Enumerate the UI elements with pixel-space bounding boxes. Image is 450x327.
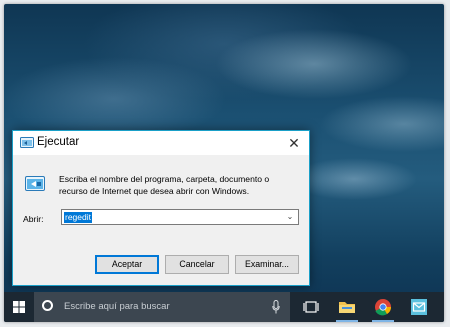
windows-start-icon [13,301,25,313]
chrome-icon [375,299,392,316]
chrome-button[interactable] [368,292,398,322]
open-input[interactable]: regedit [64,212,92,223]
active-indicator [336,320,358,322]
cortana-icon[interactable] [42,300,53,311]
run-app-icon [20,137,34,148]
task-view-button[interactable] [296,292,326,322]
task-view-icon [303,301,319,313]
taskbar: Escribe aquí para buscar [4,292,444,322]
open-label: Abrir: [23,214,44,224]
chevron-down-icon[interactable]: ⌄ [284,210,296,224]
mail-icon [411,299,427,315]
dialog-message: Escriba el nombre del programa, carpeta,… [59,174,270,196]
browse-button[interactable]: Examinar... [235,255,299,274]
ok-button[interactable]: Aceptar [95,255,159,274]
start-button[interactable] [4,292,34,322]
open-combobox[interactable]: regedit ⌄ [61,209,299,225]
run-dialog: Ejecutar ✕ Escriba el nombre del program… [12,130,310,286]
file-explorer-button[interactable] [332,292,362,322]
run-program-icon [25,176,45,191]
dialog-title: Ejecutar [37,136,80,148]
cancel-button[interactable]: Cancelar [165,255,229,274]
microphone-icon[interactable] [272,300,280,314]
dialog-titlebar[interactable]: Ejecutar ✕ [13,131,309,155]
active-indicator [372,320,394,322]
file-explorer-icon [339,302,355,313]
desktop: Ejecutar ✕ Escriba el nombre del program… [4,4,444,322]
search-input[interactable]: Escribe aquí para buscar [64,301,170,312]
close-icon[interactable]: ✕ [279,131,309,155]
search-box[interactable]: Escribe aquí para buscar [34,292,290,322]
mail-button[interactable] [404,292,434,322]
